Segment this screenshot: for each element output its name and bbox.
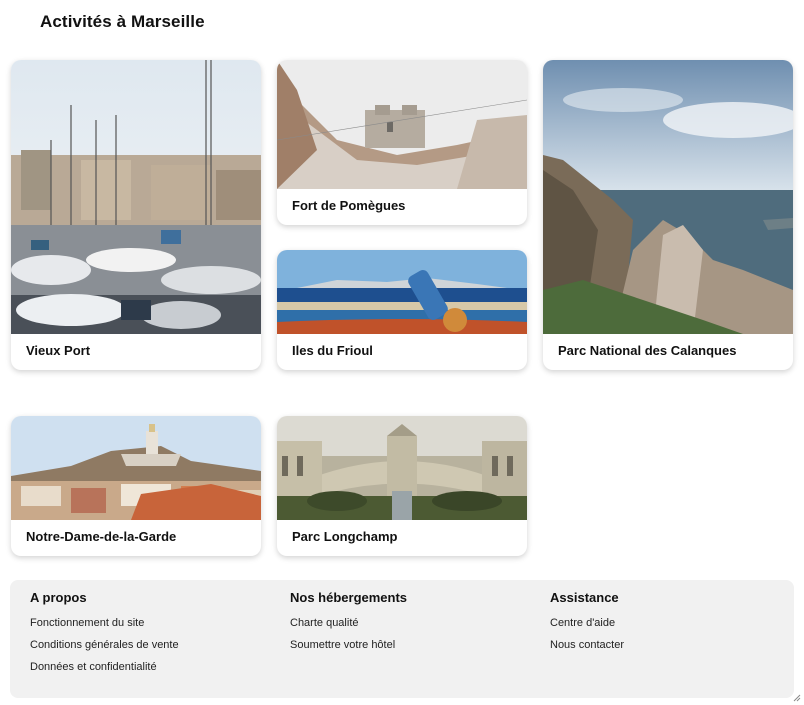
footer-link-charte-qualite[interactable]: Charte qualité xyxy=(290,617,407,630)
resize-handle-icon[interactable] xyxy=(793,694,801,702)
footer-link-centre-aide[interactable]: Centre d'aide xyxy=(550,617,624,630)
footer-link-soumettre-hotel[interactable]: Soumettre votre hôtel xyxy=(290,639,407,652)
footer-heading: Nos hébergements xyxy=(290,590,408,605)
activity-name: Vieux Port xyxy=(26,343,91,358)
activity-name: Notre-Dame-de-la-Garde xyxy=(26,529,177,544)
footer-heading: Assistance xyxy=(550,590,619,605)
activity-name: Parc Longchamp xyxy=(292,529,398,544)
footer-link-contact[interactable]: Nous contacter xyxy=(550,639,624,652)
fort-de-pomegues-photo xyxy=(277,60,527,189)
footer-link-cgv[interactable]: Conditions générales de vente xyxy=(30,639,179,652)
vieux-port-photo xyxy=(11,60,261,334)
activity-name: Iles du Frioul xyxy=(292,343,373,358)
activity-card-parc-longchamp[interactable]: Parc Longchamp xyxy=(277,416,527,556)
activity-card-fort-de-pomegues[interactable]: Fort de Pomègues xyxy=(277,60,527,225)
iles-du-frioul-photo xyxy=(277,250,527,334)
activity-card-vieux-port[interactable]: Vieux Port xyxy=(11,60,261,370)
activity-name: Parc National des Calanques xyxy=(558,343,737,358)
notre-dame-de-la-garde-photo xyxy=(11,416,261,520)
footer-link-fonctionnement[interactable]: Fonctionnement du site xyxy=(30,617,179,630)
parc-longchamp-photo xyxy=(277,416,527,520)
footer-heading: A propos xyxy=(30,590,87,605)
footer: A propos Fonctionnement du site Conditio… xyxy=(10,580,794,698)
calanques-photo xyxy=(543,60,793,334)
activity-card-parc-national-des-calanques[interactable]: Parc National des Calanques xyxy=(543,60,793,370)
footer-column-hebergements: Nos hébergements Charte qualité Soumettr… xyxy=(290,590,407,661)
footer-column-a-propos: A propos Fonctionnement du site Conditio… xyxy=(30,590,179,683)
activity-name: Fort de Pomègues xyxy=(292,198,406,213)
activity-card-notre-dame-de-la-garde[interactable]: Notre-Dame-de-la-Garde xyxy=(11,416,261,556)
page-title: Activités à Marseille xyxy=(40,12,205,31)
activity-card-iles-du-frioul[interactable]: Iles du Frioul xyxy=(277,250,527,370)
footer-column-assistance: Assistance Centre d'aide Nous contacter xyxy=(550,590,624,661)
footer-link-confidentialite[interactable]: Données et confidentialité xyxy=(30,661,179,674)
